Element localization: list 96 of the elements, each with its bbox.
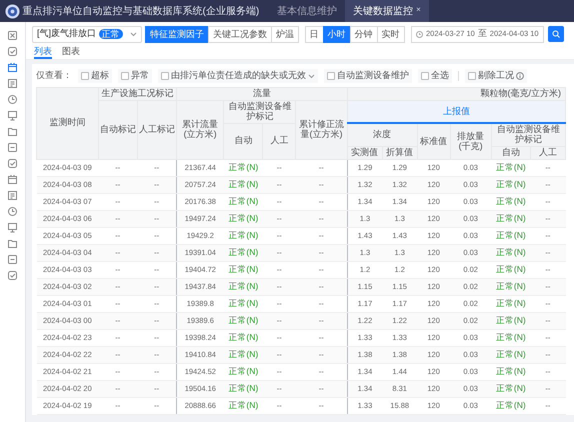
column-header: 自动监测设备维护标记 [491,123,566,146]
status-cell: 正常(N) [491,397,530,414]
close-box-icon[interactable] [7,30,18,41]
status-cell: 正常(N) [491,244,530,262]
folder-icon[interactable] [7,126,18,137]
column-header: 人工 [262,123,296,160]
document-icon[interactable] [7,78,18,89]
status-cell: 正常(N) [491,227,530,244]
close-icon[interactable]: × [416,4,421,14]
clock-icon[interactable] [7,94,18,105]
status-cell: 正常(N) [491,193,530,210]
column-header: 自动标记 [98,100,138,160]
status-cell: 正常(N) [491,380,530,398]
outlet-label: [气]废气排放口 [37,27,96,40]
filter-checkbox[interactable]: 由排污单位责任造成的缺失或无效 [158,69,318,83]
status-cell: 正常(N) [491,278,530,296]
calendar-icon[interactable] [7,62,18,73]
column-header: 累计修正流量(立方米) [296,100,348,160]
status-cell: 正常(N) [224,346,263,364]
column-header: 实测值 [347,146,382,160]
status-cell: 正常(N) [224,278,263,296]
column-header: 浓度 [347,123,418,146]
check-box-icon[interactable] [7,46,18,57]
column-header: 自动监测设备维护标记 [224,100,296,124]
emblem-icon [5,4,20,18]
status-cell: 正常(N) [491,312,530,330]
column-header: 流量 [176,88,348,100]
calendar-icon[interactable] [7,174,18,185]
minus-box-icon[interactable] [7,142,18,153]
status-cell: 正常(N) [491,176,530,194]
status-cell: 正常(N) [224,193,263,210]
check-box-icon[interactable] [7,270,18,281]
filter-checkbox[interactable]: 异常 [118,69,152,83]
column-header: 排放量(千克) [450,123,492,160]
column-header: 监测时间 [36,88,98,160]
view-tab[interactable]: 列表 [34,45,52,59]
filter-checkbox[interactable]: 剔除工况 [465,69,527,83]
search-icon [552,30,560,38]
period-button[interactable]: 日 [304,26,324,42]
monitor-icon[interactable] [7,222,18,233]
column-header: 折算值 [382,146,418,160]
column-header: 自动 [224,123,263,160]
column-header: 标准值 [417,123,450,160]
status-cell: 正常(N) [224,210,263,228]
status-cell: 正常(N) [224,397,263,414]
clock-icon [416,30,423,38]
outlet-select[interactable]: [气]废气排放口 正常 [32,26,142,42]
status-cell: 正常(N) [491,159,530,176]
status-cell: 正常(N) [491,210,530,228]
period-button[interactable]: 分钟 [350,26,378,42]
status-cell: 正常(N) [224,159,263,176]
status-cell: 正常(N) [491,295,530,312]
status-cell: 正常(N) [224,244,263,262]
range-separator: 至 [478,27,487,40]
filter-checkbox[interactable]: 超标 [78,69,112,83]
period-button[interactable]: 小时 [322,26,350,42]
document-icon[interactable] [7,190,18,201]
status-cell: 正常(N) [224,329,263,346]
filter-checkbox[interactable]: 全选 [418,69,452,83]
minus-box-icon[interactable] [7,254,18,265]
filter-label: 仅查看： [36,69,72,82]
factor-button[interactable]: 炉温 [271,26,299,42]
column-header: 累计流量(立方米) [176,100,224,160]
status-cell: 正常(N) [491,346,530,364]
column-header: 人工标记 [137,100,176,160]
check-box-icon[interactable] [7,158,18,169]
window-tab[interactable]: 关键数据监控 × [345,0,429,22]
period-button[interactable]: 实时 [376,26,404,42]
filter-checkbox[interactable]: 自动监测设备维护 [324,69,412,83]
view-tab[interactable]: 图表 [62,45,80,59]
status-cell: 正常(N) [224,227,263,244]
factor-button[interactable]: 关键工况参数 [208,26,272,42]
status-cell: 正常(N) [224,176,263,194]
monitor-icon[interactable] [7,110,18,121]
clock-icon[interactable] [7,206,18,217]
window-title: 重点排污单位自动监控与基础数据库系统(企业服务端) [22,4,260,18]
column-header: 上报值 [347,100,566,124]
status-cell: 正常(N) [491,329,530,346]
column-header: 自动 [491,146,530,160]
caret-icon [130,32,137,36]
help-icon [516,72,524,80]
status-cell: 正常(N) [224,295,263,312]
status-badge: 正常 [98,29,123,39]
column-header: 生产设施工况标记 [98,88,176,100]
folder-icon[interactable] [7,238,18,249]
status-cell: 正常(N) [224,312,263,330]
caret-icon [308,74,315,78]
status-cell: 正常(N) [491,363,530,380]
status-cell: 正常(N) [224,261,263,278]
search-button[interactable] [548,26,564,42]
status-cell: 正常(N) [224,380,263,398]
column-header: 颗粒物(毫克/立方米) [347,88,566,100]
window-tab[interactable]: 基本信息维护 [269,0,346,22]
status-cell: 正常(N) [224,363,263,380]
factor-button[interactable]: 特征监测因子 [145,26,209,42]
status-cell: 正常(N) [491,261,530,278]
